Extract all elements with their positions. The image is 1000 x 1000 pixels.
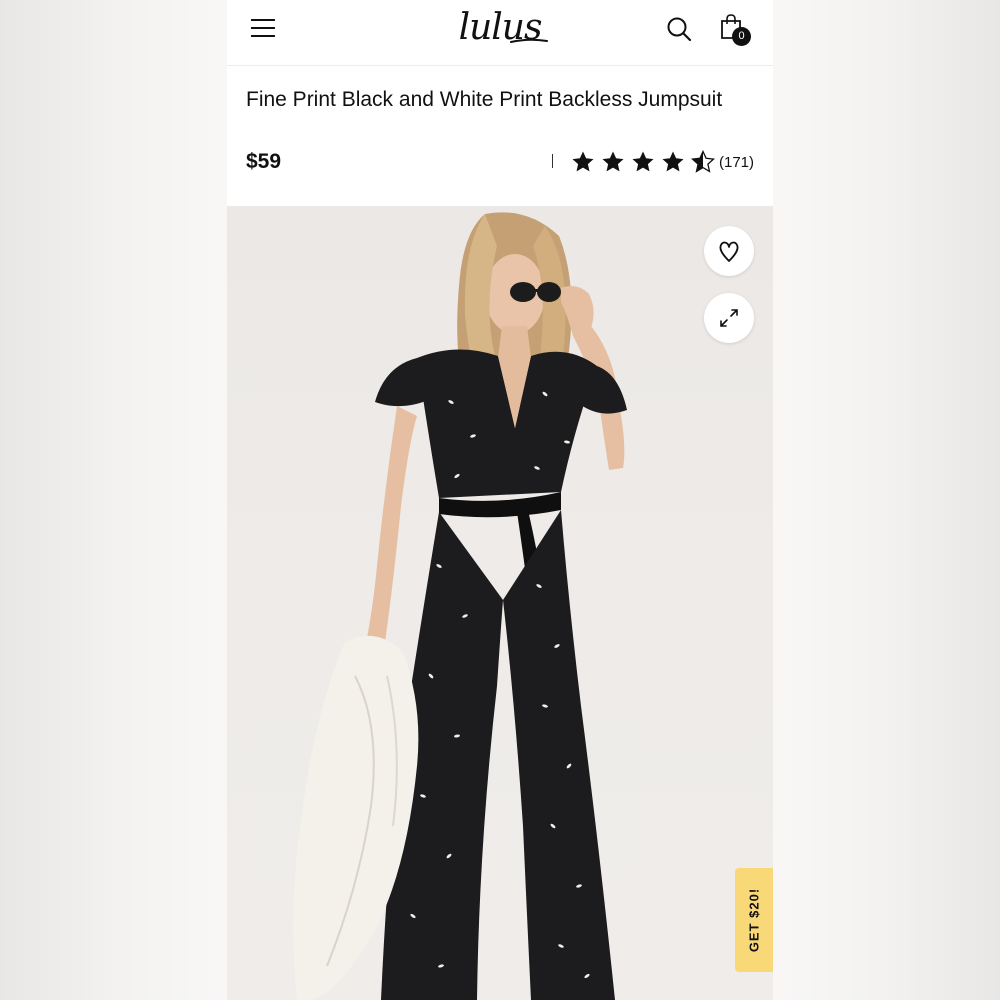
rating-divider [552, 154, 553, 168]
review-count[interactable]: (171) [719, 154, 754, 171]
model-photo [293, 212, 627, 1000]
rating-stars[interactable]: (171) [571, 148, 754, 176]
search-icon[interactable] [666, 16, 692, 42]
mobile-page: lulus 0 Fine Print Black and White Print… [227, 0, 773, 1000]
expand-image-button[interactable] [704, 293, 754, 343]
star-icon [662, 151, 684, 172]
favorite-button[interactable] [704, 226, 754, 276]
star-icon [572, 151, 594, 172]
promo-tab[interactable]: GET $20! [735, 868, 773, 972]
logo-swash [510, 38, 548, 43]
star-icon [602, 151, 624, 172]
product-price: $59 [246, 150, 282, 173]
heart-icon [719, 241, 739, 262]
promo-label: GET $20! [746, 887, 762, 953]
shopping-bag-button[interactable]: 0 [720, 13, 754, 47]
cart-count-badge: 0 [732, 27, 751, 46]
product-title: Fine Print Black and White Print Backles… [246, 88, 723, 111]
star-icon [632, 151, 654, 172]
hamburger-menu-icon[interactable] [251, 17, 277, 39]
half-star-icon [691, 150, 715, 173]
top-navigation: lulus 0 [227, 0, 773, 66]
product-image[interactable]: GET $20! [227, 206, 773, 1000]
expand-icon [720, 309, 738, 327]
